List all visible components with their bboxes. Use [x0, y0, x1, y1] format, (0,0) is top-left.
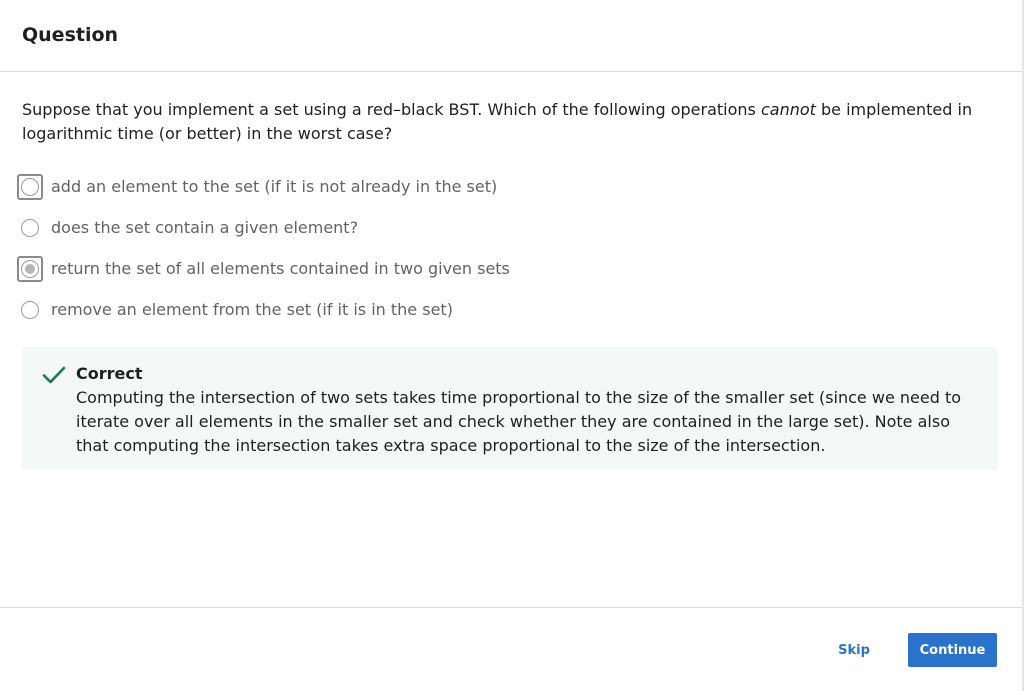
radio-button[interactable] — [21, 218, 39, 237]
continue-button[interactable]: Continue — [908, 633, 997, 667]
option-label: does the set contain a given element? — [51, 218, 359, 237]
question-dialog: Question Suppose that you implement a se… — [0, 0, 1024, 691]
check-icon — [42, 366, 66, 384]
option-label: add an element to the set (if it is not … — [51, 177, 498, 196]
question-text-emphasis: cannot — [760, 100, 816, 119]
option-contains-element[interactable]: does the set contain a given element? — [21, 207, 1002, 248]
answer-options: add an element to the set (if it is not … — [17, 166, 1002, 330]
feedback-title: Correct — [76, 364, 143, 383]
option-label: return the set of all elements contained… — [51, 259, 510, 278]
option-intersection[interactable]: return the set of all elements contained… — [17, 248, 1002, 289]
radio-selected-dot — [25, 263, 35, 274]
radio-focus-ring[interactable] — [17, 173, 43, 200]
option-add-element[interactable]: add an element to the set (if it is not … — [17, 166, 1002, 207]
option-label: remove an element from the set (if it is… — [51, 300, 453, 319]
radio-button-selected[interactable] — [21, 259, 39, 278]
option-remove-element[interactable]: remove an element from the set (if it is… — [21, 289, 1002, 330]
radio-focus-ring[interactable] — [17, 215, 43, 241]
dialog-footer: Skip Continue — [0, 607, 1022, 691]
feedback-explanation: Computing the intersection of two sets t… — [76, 388, 962, 455]
question-text-before: Suppose that you implement a set using a… — [22, 100, 761, 119]
dialog-title: Question — [22, 23, 119, 46]
skip-button[interactable]: Skip — [826, 633, 882, 667]
dialog-header: Question — [0, 0, 1022, 72]
radio-focus-ring[interactable] — [17, 297, 43, 323]
radio-button[interactable] — [21, 300, 39, 319]
question-prompt: Suppose that you implement a set using a… — [22, 98, 1007, 146]
radio-focus-ring[interactable] — [17, 255, 43, 282]
radio-button[interactable] — [21, 177, 39, 196]
feedback-panel: Correct Computing the intersection of tw… — [22, 347, 998, 470]
